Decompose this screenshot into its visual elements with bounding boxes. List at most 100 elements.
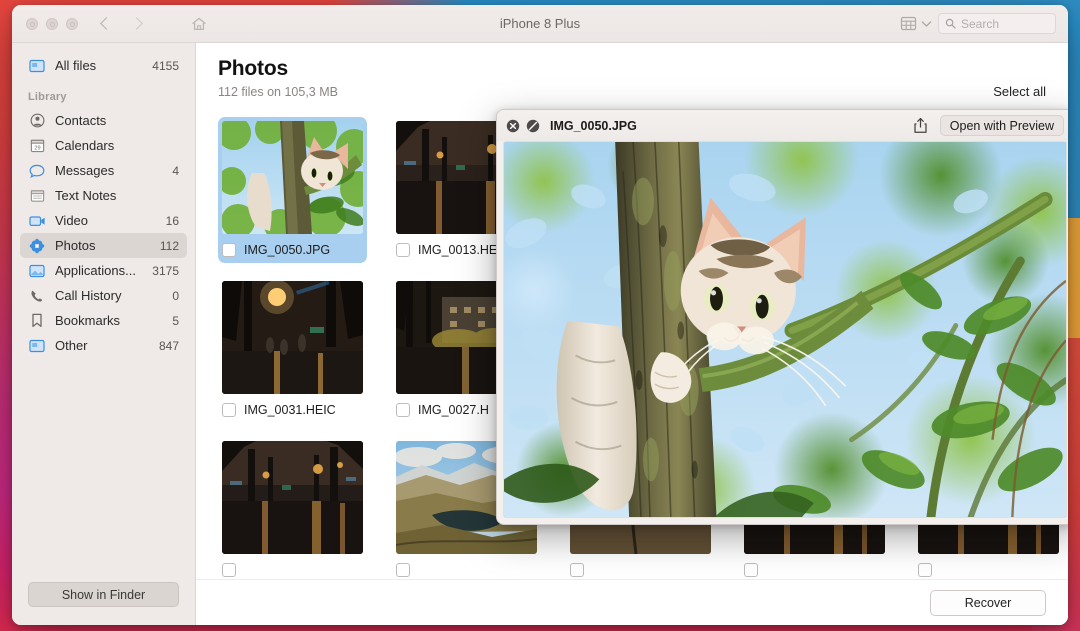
photo-thumbnail[interactable]: [222, 441, 363, 554]
content-header: Photos 112 files on 105,3 MB Select all: [196, 43, 1068, 107]
navigation-buttons: [100, 18, 142, 30]
sidebar-item-contacts[interactable]: Contacts: [20, 108, 187, 133]
photo-caption: IMG_0050.JPG: [222, 241, 363, 259]
sidebar-item-messages[interactable]: Messages 4: [20, 158, 187, 183]
applications-icon: [28, 264, 46, 278]
photo-caption: [744, 561, 885, 579]
sidebar-item-bookmarks[interactable]: Bookmarks 5: [20, 308, 187, 333]
open-with-preview-button[interactable]: Open with Preview: [940, 115, 1064, 136]
page-title: Photos: [218, 57, 1046, 81]
sidebar-item-count: 0: [172, 289, 179, 303]
sidebar-item-label: Video: [55, 213, 160, 228]
photo-checkbox[interactable]: [918, 563, 932, 577]
photo-caption: [570, 561, 711, 579]
sidebar-item-label: Other: [55, 338, 153, 353]
select-all-button[interactable]: Select all: [993, 84, 1046, 99]
share-icon[interactable]: [913, 117, 928, 134]
photo-cell[interactable]: IMG_0050.JPG: [218, 117, 367, 263]
no-entry-icon[interactable]: [526, 119, 540, 133]
other-icon: [28, 339, 46, 353]
photo-checkbox[interactable]: [222, 563, 236, 577]
photo-checkbox[interactable]: [570, 563, 584, 577]
photo-cell[interactable]: IMG_0031.HEIC: [218, 277, 367, 423]
sidebar-item-video[interactable]: Video 16: [20, 208, 187, 233]
window-titlebar: iPhone 8 Plus: [12, 5, 1068, 43]
content-footer: Recover: [196, 579, 1068, 625]
photo-checkbox[interactable]: [222, 243, 236, 257]
photo-filename: IMG_0027.H: [418, 403, 489, 417]
kitten-in-tree-photo: [504, 142, 1066, 517]
sidebar-item-label: Call History: [55, 288, 166, 303]
photo-caption: [918, 561, 1059, 579]
maximize-button[interactable]: [66, 18, 78, 30]
photo-checkbox[interactable]: [396, 563, 410, 577]
sidebar-footer: Show in Finder: [12, 582, 195, 625]
chevron-left-icon[interactable]: [100, 18, 112, 30]
sidebar-item-label: Calendars: [55, 138, 173, 153]
close-button[interactable]: [26, 18, 38, 30]
sidebar-item-calendars[interactable]: 29 Calendars: [20, 133, 187, 158]
close-circle-icon[interactable]: [506, 119, 520, 133]
sidebar-section-library: Library: [12, 78, 195, 108]
svg-text:29: 29: [34, 145, 40, 151]
recover-button[interactable]: Recover: [930, 590, 1046, 616]
search-placeholder: Search: [961, 17, 999, 31]
photo-caption: [396, 561, 537, 579]
photo-checkbox[interactable]: [222, 403, 236, 417]
sidebar-item-count: 16: [166, 214, 179, 228]
search-input[interactable]: Search: [938, 13, 1056, 34]
show-in-finder-button[interactable]: Show in Finder: [28, 582, 179, 607]
photo-filename: IMG_0031.HEIC: [244, 403, 336, 417]
bookmark-icon: [28, 313, 46, 328]
sidebar-item-count: 847: [159, 339, 179, 353]
notes-icon: [28, 189, 46, 203]
app-window: iPhone 8 Plus: [12, 5, 1068, 625]
search-icon: [945, 18, 956, 29]
message-icon: [28, 164, 46, 178]
photo-filename: IMG_0050.JPG: [244, 243, 330, 257]
calendar-icon: 29: [28, 138, 46, 153]
sidebar-item-all-files[interactable]: All files 4155: [20, 53, 187, 78]
chevron-down-icon: [921, 20, 932, 28]
photo-caption: [222, 561, 363, 579]
quicklook-actions: Open with Preview: [913, 115, 1064, 136]
video-icon: [28, 215, 46, 227]
sidebar-item-label: Bookmarks: [55, 313, 166, 328]
sidebar-spacer: [12, 358, 195, 582]
quicklook-popup: IMG_0050.JPG Open with Preview: [496, 109, 1068, 525]
sidebar-item-count: 3175: [152, 264, 179, 278]
traffic-lights: [12, 18, 78, 30]
photo-checkbox[interactable]: [396, 403, 410, 417]
sidebar-item-text-notes[interactable]: Text Notes: [20, 183, 187, 208]
home-icon[interactable]: [190, 15, 208, 33]
photo-caption: IMG_0031.HEIC: [222, 401, 363, 419]
sidebar-item-applications[interactable]: Applications... 3175: [20, 258, 187, 283]
sidebar-item-label: Text Notes: [55, 188, 173, 203]
sidebar-item-count: 5: [172, 314, 179, 328]
sidebar-item-label: All files: [55, 58, 146, 73]
phone-icon: [28, 289, 46, 303]
sidebar-item-count: 4155: [152, 59, 179, 73]
sidebar-item-label: Contacts: [55, 113, 173, 128]
sidebar-item-count: 4: [172, 164, 179, 178]
photo-cell[interactable]: [218, 437, 367, 579]
photo-checkbox[interactable]: [744, 563, 758, 577]
photo-thumbnail[interactable]: [222, 281, 363, 394]
page-subtitle: 112 files on 105,3 MB: [218, 85, 1046, 99]
minimize-button[interactable]: [46, 18, 58, 30]
sidebar-item-other[interactable]: Other 847: [20, 333, 187, 358]
quicklook-toolbar: IMG_0050.JPG Open with Preview: [497, 110, 1068, 141]
sidebar-item-call-history[interactable]: Call History 0: [20, 283, 187, 308]
contacts-icon: [28, 113, 46, 128]
sidebar-item-label: Messages: [55, 163, 166, 178]
photo-checkbox[interactable]: [396, 243, 410, 257]
chevron-right-icon[interactable]: [130, 18, 142, 30]
sidebar-item-photos[interactable]: Photos 112: [20, 233, 187, 258]
photo-thumbnail[interactable]: [222, 121, 363, 234]
grid-view-icon: [900, 16, 917, 31]
desktop-background: iPhone 8 Plus: [0, 0, 1080, 631]
photos-icon: [28, 238, 46, 254]
titlebar-right-controls: Search: [900, 13, 1068, 34]
sidebar: All files 4155 Library Contacts: [12, 43, 196, 625]
view-toggle-button[interactable]: [900, 16, 932, 31]
